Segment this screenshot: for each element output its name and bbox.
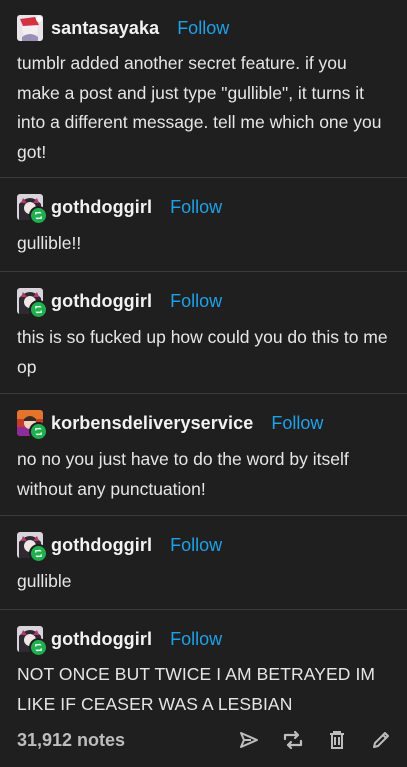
avatar[interactable] xyxy=(17,15,43,41)
reblog-badge-icon xyxy=(29,300,48,319)
follow-button[interactable]: Follow xyxy=(170,197,222,218)
username[interactable]: gothdoggirl xyxy=(51,291,152,312)
pencil-icon[interactable] xyxy=(370,729,392,751)
avatar[interactable] xyxy=(17,194,48,225)
username[interactable]: korbensdeliveryservice xyxy=(51,413,253,434)
reblog-badge-icon xyxy=(29,544,48,563)
divider xyxy=(0,271,407,272)
post-header: gothdoggirl Follow xyxy=(17,193,222,225)
post-header: gothdoggirl Follow xyxy=(17,625,222,657)
username[interactable]: santasayaka xyxy=(51,18,159,39)
avatar[interactable] xyxy=(17,626,48,657)
reblog-badge-icon xyxy=(29,422,48,441)
follow-button[interactable]: Follow xyxy=(170,291,222,312)
follow-button[interactable]: Follow xyxy=(271,413,323,434)
post-actions xyxy=(238,729,392,751)
avatar[interactable] xyxy=(17,288,48,319)
post-header: gothdoggirl Follow xyxy=(17,531,222,563)
post-text: this is so fucked up how could you do th… xyxy=(17,327,388,377)
post-footer: 31,912 notes xyxy=(17,725,392,755)
post-header: gothdoggirl Follow xyxy=(17,287,222,319)
avatar-image xyxy=(17,15,43,41)
reblog-badge-icon xyxy=(29,206,48,225)
follow-button[interactable]: Follow xyxy=(177,18,229,39)
reblog-icon[interactable] xyxy=(282,729,304,751)
reblog-badge-icon xyxy=(29,638,48,657)
post-header: korbensdeliveryservice Follow xyxy=(17,409,323,441)
post-header: santasayaka Follow xyxy=(17,14,229,42)
divider xyxy=(0,609,407,610)
avatar[interactable] xyxy=(17,410,48,441)
post-text: tumblr added another secret feature. if … xyxy=(17,53,382,162)
trash-icon[interactable] xyxy=(326,729,348,751)
divider xyxy=(0,393,407,394)
username[interactable]: gothdoggirl xyxy=(51,629,152,650)
post-text: no no you just have to do the word by it… xyxy=(17,449,349,499)
divider xyxy=(0,515,407,516)
post-text: NOT ONCE BUT TWICE I AM BETRAYED IM LIKE… xyxy=(17,664,376,714)
username[interactable]: gothdoggirl xyxy=(51,535,152,556)
username[interactable]: gothdoggirl xyxy=(51,197,152,218)
notes-count[interactable]: 31,912 notes xyxy=(17,730,125,751)
follow-button[interactable]: Follow xyxy=(170,535,222,556)
post-text: gullible!! xyxy=(17,233,82,253)
divider xyxy=(0,177,407,178)
share-icon[interactable] xyxy=(238,729,260,751)
post-text: gullible xyxy=(17,571,72,591)
avatar[interactable] xyxy=(17,532,48,563)
follow-button[interactable]: Follow xyxy=(170,629,222,650)
